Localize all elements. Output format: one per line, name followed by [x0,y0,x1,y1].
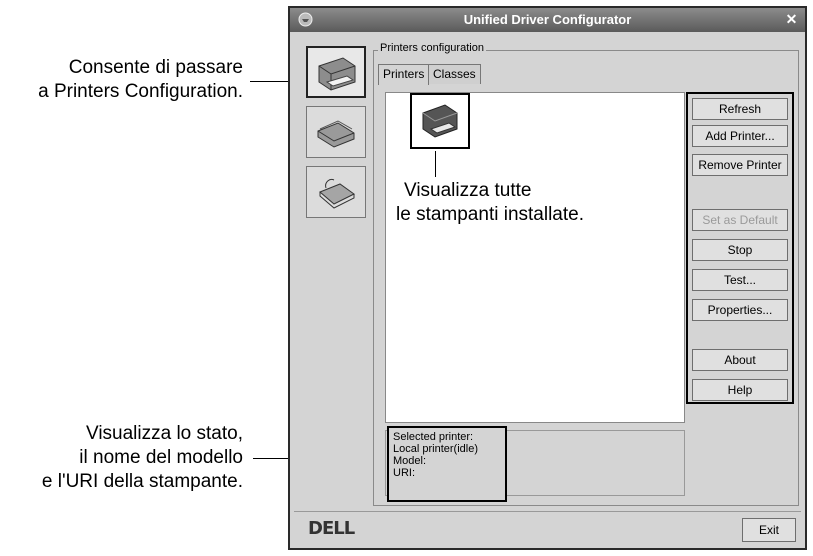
stop-button[interactable]: Stop [692,239,788,261]
scanner-icon [317,120,355,148]
callout-printers-config: Consente di passare a Printers Configura… [0,56,243,104]
callout-line: e l'URI della stampante. [41,471,243,492]
sidebar-scanners-button[interactable] [306,106,366,158]
callout-line: le stampanti installate. [396,204,584,225]
callout-line: Visualizza tutte [404,180,532,201]
printer-list-item[interactable] [410,93,470,149]
printer-list[interactable]: Visualizza tutte le stampanti installate… [385,92,685,423]
printer-icon [318,57,356,91]
callout-line: il nome del modello [79,447,243,468]
printer-status-info: Selected printer: Local printer(idle) Mo… [387,426,507,502]
properties-button[interactable]: Properties... [692,299,788,321]
callout-line: Consente di passare [68,57,243,78]
tab-printers[interactable]: Printers [378,64,430,85]
exit-button[interactable]: Exit [742,518,796,542]
title-bar: Unified Driver Configurator ✕ [290,8,805,32]
printer-icon [422,104,458,138]
set-as-default-button[interactable]: Set as Default [692,209,788,231]
about-button[interactable]: About [692,349,788,371]
callout-connector [435,151,436,177]
test-button[interactable]: Test... [692,269,788,291]
callout-status: Visualizza lo stato, il nome del modello… [0,422,243,494]
close-icon[interactable]: ✕ [784,12,799,27]
group-title: Printers configuration [378,42,486,54]
refresh-button[interactable]: Refresh [692,98,788,120]
window-title: Unified Driver Configurator [463,12,632,27]
printer-state: Local printer(idle) [393,443,478,455]
tab-classes[interactable]: Classes [428,64,481,84]
model-label: Model: [393,455,427,467]
sidebar-ports-button[interactable] [306,166,366,218]
callout-line: Visualizza lo stato, [85,423,243,444]
help-button[interactable]: Help [692,379,788,401]
dell-logo: DELL [308,518,355,539]
footer-divider [294,511,801,512]
sidebar-printers-button[interactable] [306,46,366,98]
callout-line: a Printers Configuration. [38,81,243,102]
remove-printer-button[interactable]: Remove Printer [692,154,788,176]
add-printer-button[interactable]: Add Printer... [692,125,788,147]
app-icon [298,12,313,27]
action-button-panel: Refresh Add Printer... Remove Printer Se… [686,92,794,404]
app-window: Unified Driver Configurator ✕ Printers c… [288,6,807,550]
selected-printer-label: Selected printer: [393,431,474,443]
port-icon [319,179,355,209]
uri-label: URI: [393,467,415,479]
callout-installed-printers: Visualizza tutte le stampanti installate… [396,179,584,227]
